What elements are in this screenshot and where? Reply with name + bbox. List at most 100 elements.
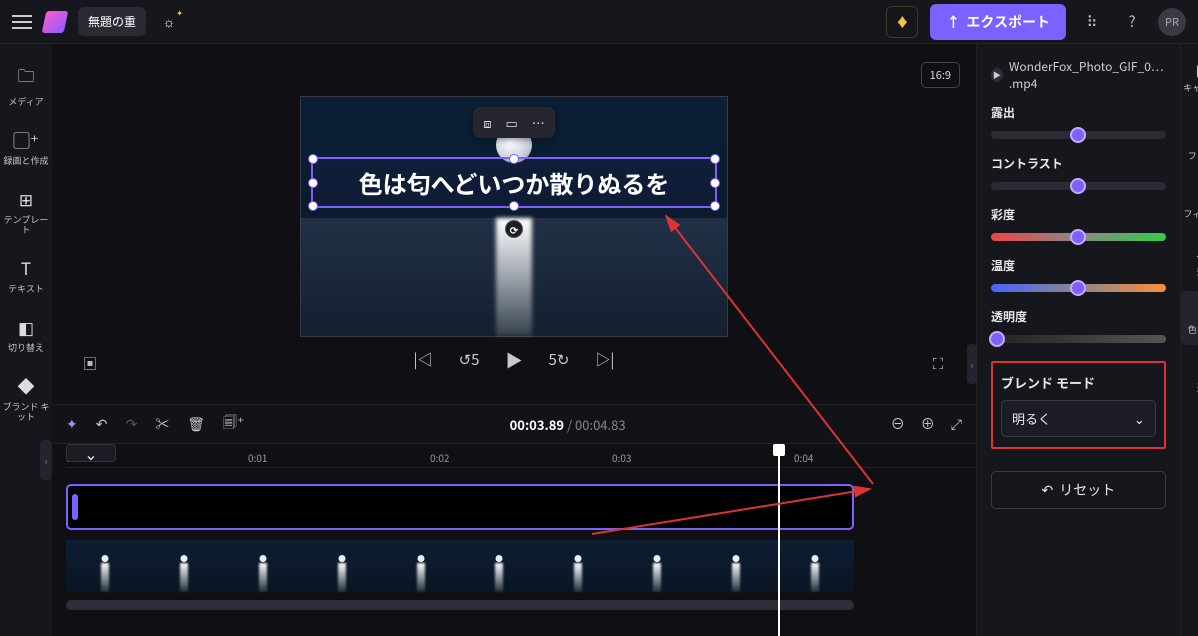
- video-thumb[interactable]: [302, 540, 381, 592]
- resize-handle[interactable]: [308, 201, 318, 211]
- aspect-ratio-button[interactable]: 16:9: [921, 62, 960, 88]
- timeline[interactable]: ⌄ 0 0:01 0:02 0:03 0:04: [52, 444, 976, 636]
- nav-label: テキスト: [8, 284, 44, 294]
- share-icon[interactable]: ⠷: [1078, 8, 1106, 36]
- track-collapse-button[interactable]: ⌄: [66, 444, 116, 462]
- nav-media[interactable]: 🗀 メディア: [0, 56, 52, 117]
- tool-color-adjust[interactable]: ◑ 色を調整: [1181, 291, 1198, 345]
- clip-floating-toolbar: ⧈ ▭ ⋯: [473, 107, 555, 138]
- collapse-inspector[interactable]: ›: [967, 344, 977, 384]
- delete-icon[interactable]: 🗑: [187, 414, 205, 434]
- avatar[interactable]: PR: [1158, 8, 1186, 36]
- tool-speed[interactable]: ◷ 速度: [1181, 349, 1198, 403]
- export-label: エクスポート: [966, 12, 1050, 32]
- rewind-5-icon[interactable]: ↺5: [459, 349, 480, 370]
- opacity-slider[interactable]: [991, 335, 1166, 343]
- fit-icon[interactable]: ▭: [505, 113, 517, 132]
- video-thumb[interactable]: [775, 540, 854, 592]
- video-thumb[interactable]: [145, 540, 224, 592]
- play-icon[interactable]: ▶: [506, 347, 523, 372]
- menu-button[interactable]: [12, 15, 32, 29]
- tool-label: フェード: [1188, 151, 1198, 161]
- resize-handle[interactable]: [509, 154, 519, 164]
- premium-gem-button[interactable]: ♦: [886, 6, 918, 38]
- resize-handle[interactable]: [509, 201, 519, 211]
- nav-text[interactable]: T テキスト: [0, 249, 52, 304]
- slider-thumb[interactable]: [1070, 229, 1086, 245]
- timeline-video-track[interactable]: [66, 540, 854, 592]
- nav-brandkit[interactable]: ◆ ブランド キ ット: [0, 367, 52, 432]
- scrollbar-thumb[interactable]: [66, 600, 854, 610]
- resize-handle[interactable]: [308, 178, 318, 188]
- timeline-scrollbar[interactable]: [66, 600, 854, 610]
- slider-thumb[interactable]: [1070, 127, 1086, 143]
- temperature-slider[interactable]: [991, 284, 1166, 292]
- resize-handle[interactable]: [710, 178, 720, 188]
- duplicate-icon[interactable]: 🗐⁺: [223, 412, 244, 436]
- video-thumb[interactable]: [460, 540, 539, 592]
- text-overlay[interactable]: 色は匂へどいつか散りぬるを ⟳: [311, 157, 717, 208]
- playhead[interactable]: [778, 444, 780, 636]
- slider-thumb[interactable]: [1070, 280, 1086, 296]
- export-button[interactable]: ↑ エクスポート: [930, 4, 1066, 40]
- project-title-input[interactable]: [78, 7, 146, 36]
- resize-handle[interactable]: [710, 154, 720, 164]
- safe-zone-icon[interactable]: ▣: [76, 349, 104, 377]
- skip-end-icon[interactable]: ▷|: [595, 349, 614, 370]
- zoom-fit-icon[interactable]: ⤢: [951, 414, 962, 434]
- nav-transitions[interactable]: ◧ 切り替え: [0, 308, 52, 363]
- video-thumb[interactable]: [224, 540, 303, 592]
- tool-fade[interactable]: ◐ フェード: [1181, 117, 1198, 171]
- crop-icon[interactable]: ⧈: [483, 113, 491, 132]
- ai-magic-icon[interactable]: [158, 11, 180, 33]
- video-thumb[interactable]: [66, 540, 145, 592]
- nav-label: メディア: [8, 97, 43, 107]
- rotate-handle[interactable]: ⟳: [505, 220, 523, 238]
- reset-button[interactable]: ↶ リセット: [991, 471, 1166, 509]
- video-thumb[interactable]: [539, 540, 618, 592]
- contrast-group: コントラスト: [991, 155, 1166, 194]
- video-thumb[interactable]: [381, 540, 460, 592]
- temperature-group: 温度: [991, 257, 1166, 296]
- tool-filters[interactable]: ◎ フィルター: [1181, 175, 1198, 229]
- opacity-group: 透明度: [991, 308, 1166, 347]
- forward-5-icon[interactable]: 5↻: [549, 349, 570, 370]
- exposure-slider[interactable]: [991, 131, 1166, 139]
- clip-play-icon[interactable]: ▶: [991, 68, 1003, 82]
- saturation-slider[interactable]: [991, 233, 1166, 241]
- zoom-out-icon[interactable]: ⊖: [891, 414, 905, 434]
- chevron-down-icon: ⌄: [1134, 409, 1145, 428]
- text-clip[interactable]: [66, 484, 854, 530]
- tool-label: 色を調整: [1188, 325, 1198, 335]
- nav-record[interactable]: ▢⁺ 録画と作成: [0, 121, 52, 176]
- inspector-clip-title: ▶ WonderFox_Photo_GIF_0… .mp4: [991, 58, 1166, 92]
- undo-icon[interactable]: ↶: [96, 414, 108, 434]
- skip-start-icon[interactable]: |◁: [414, 349, 433, 370]
- more-icon[interactable]: ⋯: [532, 113, 545, 132]
- split-icon[interactable]: ✂: [155, 414, 169, 434]
- preview-stage[interactable]: ⧈ ▭ ⋯ 色は匂へどいつか散りぬるを ⟳: [300, 96, 728, 337]
- folder-icon: 🗀: [18, 62, 35, 93]
- timeline-text-track[interactable]: [66, 484, 854, 530]
- help-icon[interactable]: ?: [1118, 8, 1146, 36]
- tool-effects[interactable]: ✨ 効果: [1181, 233, 1198, 287]
- undo-icon: ↶: [1042, 480, 1054, 500]
- slider-thumb[interactable]: [1070, 178, 1086, 194]
- tool-captions[interactable]: CC キャプショ ン: [1181, 58, 1198, 113]
- clip-grip[interactable]: [72, 494, 78, 520]
- fullscreen-icon[interactable]: ⛶: [924, 349, 952, 377]
- nav-templates[interactable]: ⊞ テンプレー ト: [0, 180, 52, 245]
- zoom-in-icon[interactable]: ⊕: [921, 414, 935, 434]
- reset-label: リセット: [1059, 480, 1115, 500]
- blend-mode-select[interactable]: 明るく ⌄: [1001, 400, 1156, 437]
- video-thumb[interactable]: [696, 540, 775, 592]
- magic-tool-icon[interactable]: ✦: [66, 414, 78, 434]
- resize-handle[interactable]: [710, 201, 720, 211]
- resize-handle[interactable]: [308, 154, 318, 164]
- timeline-ruler[interactable]: 0 0:01 0:02 0:03 0:04: [66, 444, 976, 468]
- redo-icon[interactable]: ↷: [125, 414, 137, 434]
- contrast-slider[interactable]: [991, 182, 1166, 190]
- slider-thumb[interactable]: [989, 331, 1005, 347]
- video-thumb[interactable]: [618, 540, 697, 592]
- expand-left-panel[interactable]: ›: [40, 440, 52, 480]
